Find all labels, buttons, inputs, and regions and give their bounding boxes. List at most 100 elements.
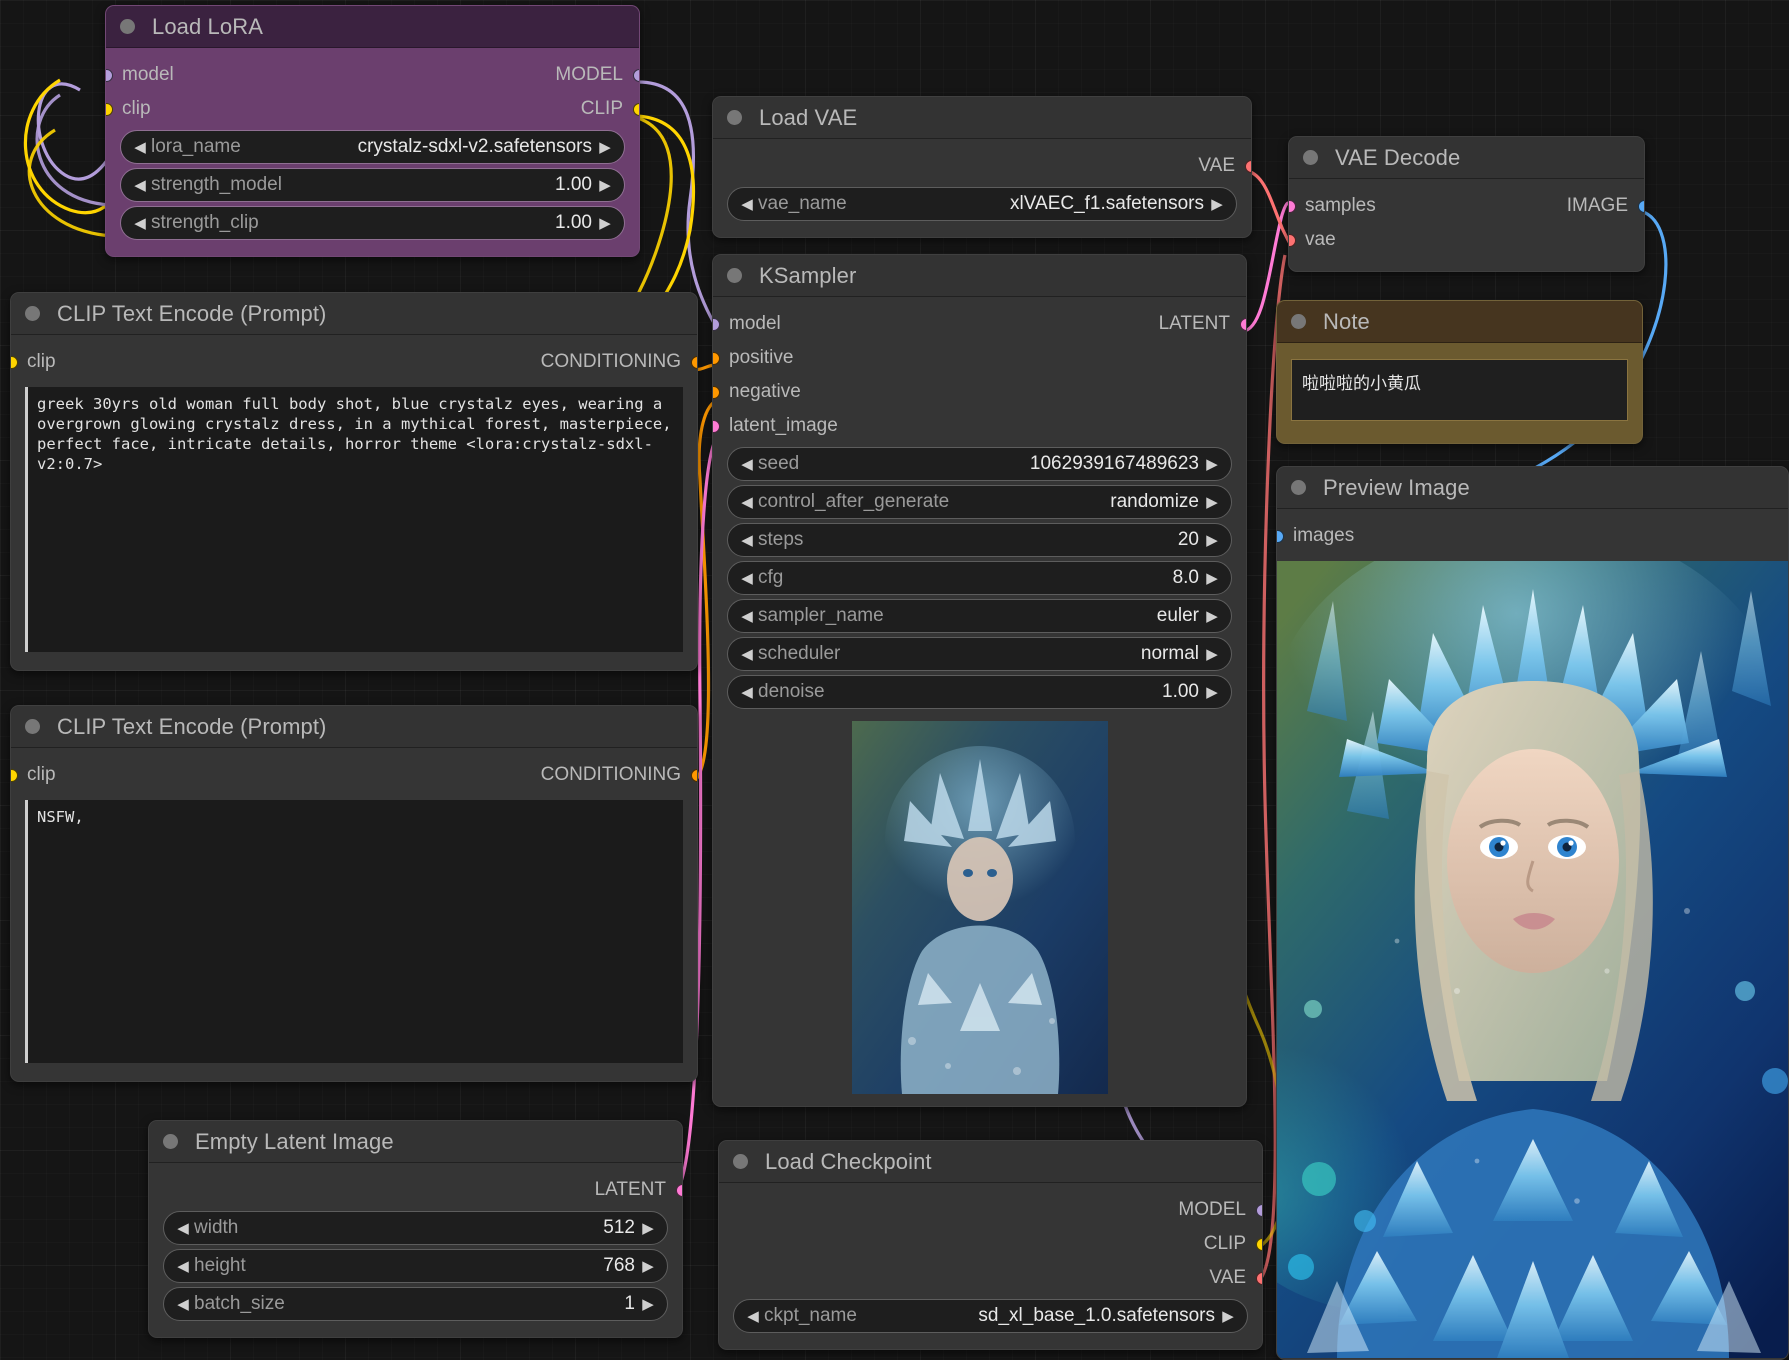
chevron-left-icon[interactable]: ◀ xyxy=(131,178,149,193)
output-port-image[interactable] xyxy=(1638,200,1646,213)
prompt-textarea-negative[interactable]: NSFW, xyxy=(25,800,683,1063)
chevron-left-icon[interactable]: ◀ xyxy=(738,571,756,586)
output-port-model[interactable] xyxy=(1256,1204,1264,1217)
input-port-samples[interactable] xyxy=(1288,200,1296,213)
widget-lora-name[interactable]: ◀ lora_name crystalz-sdxl-v2.safetensors… xyxy=(120,130,625,164)
chevron-left-icon[interactable]: ◀ xyxy=(738,685,756,700)
node-title-preview-image[interactable]: Preview Image xyxy=(1277,467,1788,509)
input-port-clip[interactable] xyxy=(10,356,18,369)
node-graph-canvas[interactable]: Load LoRA model MODEL clip CLIP ◀ lora_n… xyxy=(0,0,1789,1360)
node-title-load-checkpoint[interactable]: Load Checkpoint xyxy=(719,1141,1262,1183)
chevron-left-icon[interactable]: ◀ xyxy=(174,1297,192,1312)
collapse-dot-icon[interactable] xyxy=(1303,150,1318,165)
node-title-vae-decode[interactable]: VAE Decode xyxy=(1289,137,1644,179)
widget-cfg[interactable]: ◀ cfg 8.0 ▶ xyxy=(727,561,1232,595)
chevron-right-icon[interactable]: ▶ xyxy=(639,1297,657,1312)
note-textarea[interactable]: 啦啦啦的小黄瓜 xyxy=(1291,359,1628,421)
chevron-right-icon[interactable]: ▶ xyxy=(1203,533,1221,548)
collapse-dot-icon[interactable] xyxy=(1291,480,1306,495)
widget-strength-model[interactable]: ◀ strength_model 1.00 ▶ xyxy=(120,168,625,202)
output-port-vae[interactable] xyxy=(1245,160,1253,173)
chevron-left-icon[interactable]: ◀ xyxy=(738,457,756,472)
node-load-vae[interactable]: Load VAE VAE ◀ vae_name xlVAEC_f1.safete… xyxy=(712,96,1252,238)
input-port-model[interactable] xyxy=(105,69,113,82)
collapse-dot-icon[interactable] xyxy=(733,1154,748,1169)
node-preview-image[interactable]: Preview Image images xyxy=(1276,466,1789,1360)
chevron-left-icon[interactable]: ◀ xyxy=(174,1259,192,1274)
chevron-left-icon[interactable]: ◀ xyxy=(744,1309,762,1324)
chevron-right-icon[interactable]: ▶ xyxy=(1203,609,1221,624)
chevron-left-icon[interactable]: ◀ xyxy=(738,533,756,548)
node-title-clip-negative[interactable]: CLIP Text Encode (Prompt) xyxy=(11,706,697,748)
widget-scheduler[interactable]: ◀ scheduler normal ▶ xyxy=(727,637,1232,671)
output-port-clip[interactable] xyxy=(633,103,641,116)
chevron-right-icon[interactable]: ▶ xyxy=(1203,495,1221,510)
input-port-clip[interactable] xyxy=(105,103,113,116)
collapse-dot-icon[interactable] xyxy=(25,719,40,734)
collapse-dot-icon[interactable] xyxy=(727,268,742,283)
output-port-model[interactable] xyxy=(633,69,641,82)
chevron-right-icon[interactable]: ▶ xyxy=(596,216,614,231)
widget-seed[interactable]: ◀ seed 1062939167489623 ▶ xyxy=(727,447,1232,481)
chevron-left-icon[interactable]: ◀ xyxy=(738,609,756,624)
chevron-left-icon[interactable]: ◀ xyxy=(174,1221,192,1236)
widget-sampler-name[interactable]: ◀ sampler_name euler ▶ xyxy=(727,599,1232,633)
node-title-empty-latent[interactable]: Empty Latent Image xyxy=(149,1121,682,1163)
node-title-ksampler[interactable]: KSampler xyxy=(713,255,1246,297)
widget-denoise[interactable]: ◀ denoise 1.00 ▶ xyxy=(727,675,1232,709)
output-port-vae[interactable] xyxy=(1256,1272,1264,1285)
input-port-vae[interactable] xyxy=(1288,234,1296,247)
widget-ckpt-name[interactable]: ◀ ckpt_name sd_xl_base_1.0.safetensors ▶ xyxy=(733,1299,1248,1333)
collapse-dot-icon[interactable] xyxy=(1291,314,1306,329)
output-port-clip[interactable] xyxy=(1256,1238,1264,1251)
chevron-right-icon[interactable]: ▶ xyxy=(1203,571,1221,586)
output-port-latent[interactable] xyxy=(676,1184,684,1197)
input-port-latent-image[interactable] xyxy=(712,420,720,433)
collapse-dot-icon[interactable] xyxy=(163,1134,178,1149)
chevron-right-icon[interactable]: ▶ xyxy=(639,1259,657,1274)
chevron-left-icon[interactable]: ◀ xyxy=(738,647,756,662)
widget-vae-name[interactable]: ◀ vae_name xlVAEC_f1.safetensors ▶ xyxy=(727,187,1237,221)
chevron-right-icon[interactable]: ▶ xyxy=(639,1221,657,1236)
node-empty-latent-image[interactable]: Empty Latent Image LATENT ◀ width 512 ▶ … xyxy=(148,1120,683,1338)
input-port-images[interactable] xyxy=(1276,530,1284,543)
chevron-right-icon[interactable]: ▶ xyxy=(596,140,614,155)
node-clip-text-encode-positive[interactable]: CLIP Text Encode (Prompt) clip CONDITION… xyxy=(10,292,698,671)
chevron-right-icon[interactable]: ▶ xyxy=(1208,197,1226,212)
widget-width[interactable]: ◀ width 512 ▶ xyxy=(163,1211,668,1245)
node-load-checkpoint[interactable]: Load Checkpoint MODEL CLIP VAE ◀ ckpt_na… xyxy=(718,1140,1263,1350)
output-port-conditioning[interactable] xyxy=(691,769,699,782)
input-port-model[interactable] xyxy=(712,318,720,331)
output-port-latent[interactable] xyxy=(1240,318,1248,331)
collapse-dot-icon[interactable] xyxy=(120,19,135,34)
chevron-right-icon[interactable]: ▶ xyxy=(1203,685,1221,700)
chevron-right-icon[interactable]: ▶ xyxy=(1203,647,1221,662)
widget-strength-clip[interactable]: ◀ strength_clip 1.00 ▶ xyxy=(120,206,625,240)
widget-height[interactable]: ◀ height 768 ▶ xyxy=(163,1249,668,1283)
chevron-right-icon[interactable]: ▶ xyxy=(1203,457,1221,472)
chevron-left-icon[interactable]: ◀ xyxy=(131,140,149,155)
chevron-left-icon[interactable]: ◀ xyxy=(738,495,756,510)
node-vae-decode[interactable]: VAE Decode samples IMAGE vae xyxy=(1288,136,1645,272)
node-note[interactable]: Note 啦啦啦的小黄瓜 xyxy=(1276,300,1643,444)
chevron-left-icon[interactable]: ◀ xyxy=(131,216,149,231)
node-title-clip-positive[interactable]: CLIP Text Encode (Prompt) xyxy=(11,293,697,335)
chevron-left-icon[interactable]: ◀ xyxy=(738,197,756,212)
node-title-load-vae[interactable]: Load VAE xyxy=(713,97,1251,139)
chevron-right-icon[interactable]: ▶ xyxy=(596,178,614,193)
chevron-right-icon[interactable]: ▶ xyxy=(1219,1309,1237,1324)
input-port-negative[interactable] xyxy=(712,386,720,399)
widget-steps[interactable]: ◀ steps 20 ▶ xyxy=(727,523,1232,557)
collapse-dot-icon[interactable] xyxy=(25,306,40,321)
node-title-note[interactable]: Note xyxy=(1277,301,1642,343)
widget-batch-size[interactable]: ◀ batch_size 1 ▶ xyxy=(163,1287,668,1321)
node-load-lora[interactable]: Load LoRA model MODEL clip CLIP ◀ lora_n… xyxy=(105,5,640,257)
node-ksampler[interactable]: KSampler model LATENT positive negative … xyxy=(712,254,1247,1107)
widget-control-after-generate[interactable]: ◀ control_after_generate randomize ▶ xyxy=(727,485,1232,519)
input-port-positive[interactable] xyxy=(712,352,720,365)
node-title-load-lora[interactable]: Load LoRA xyxy=(106,6,639,48)
node-clip-text-encode-negative[interactable]: CLIP Text Encode (Prompt) clip CONDITION… xyxy=(10,705,698,1082)
collapse-dot-icon[interactable] xyxy=(727,110,742,125)
output-port-conditioning[interactable] xyxy=(691,356,699,369)
prompt-textarea-positive[interactable]: greek 30yrs old woman full body shot, bl… xyxy=(25,387,683,652)
